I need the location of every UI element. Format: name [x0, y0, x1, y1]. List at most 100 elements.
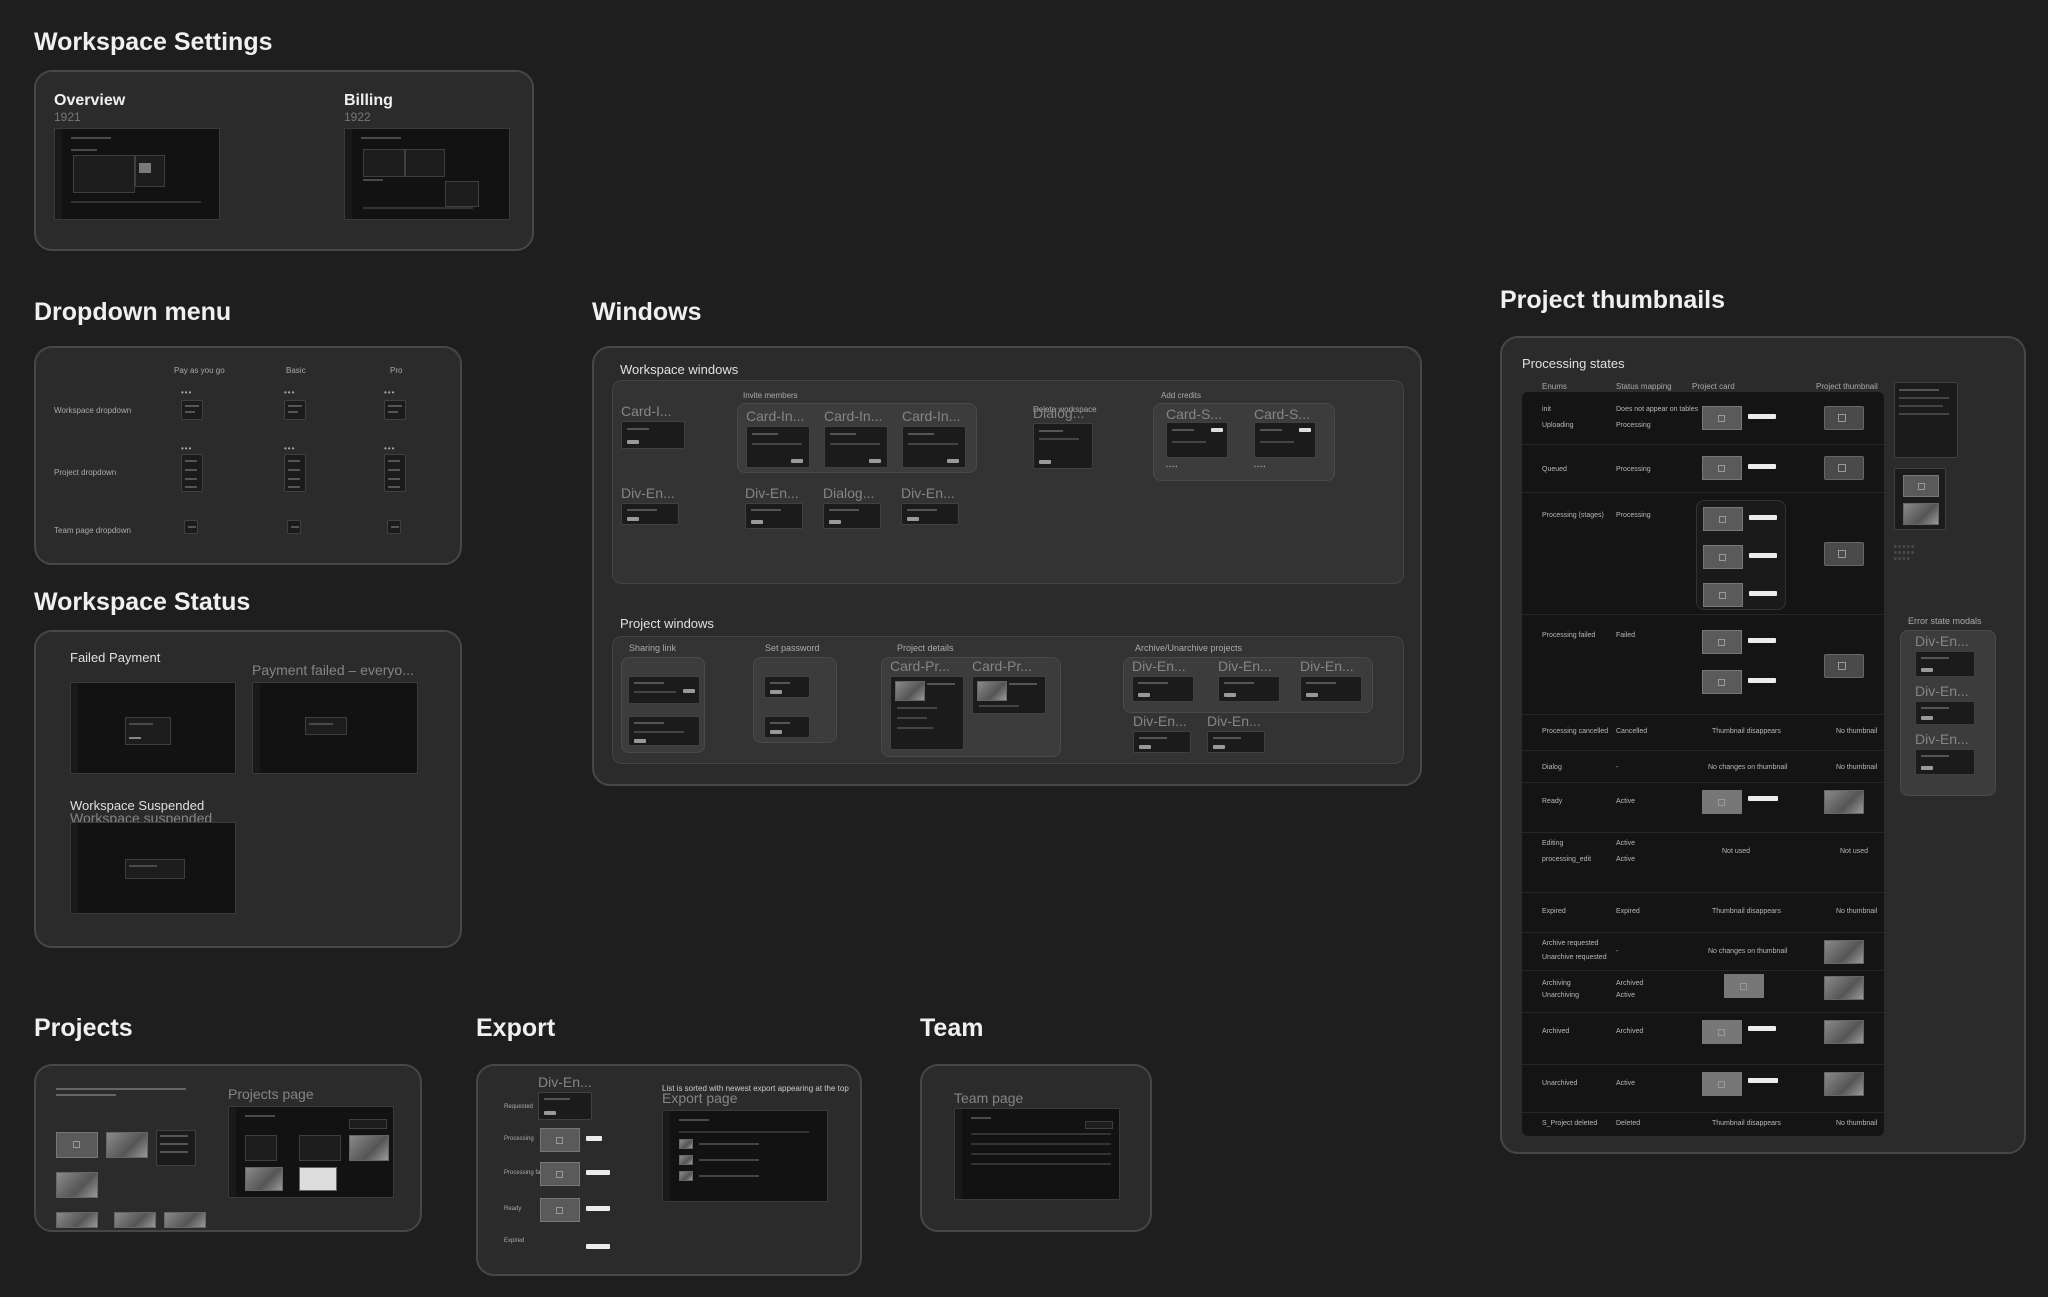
card-queued[interactable]	[1702, 456, 1742, 480]
card-unarchived[interactable]	[1702, 1072, 1742, 1096]
thumb-archived[interactable]	[1824, 1020, 1864, 1044]
window-sharing-link-2[interactable]	[628, 716, 700, 746]
error-modal-2[interactable]	[1915, 701, 1975, 725]
row-status-archived: Archived	[1616, 1028, 1644, 1035]
row-enum-dialog: Dialog	[1542, 764, 1562, 771]
row-status-failed: Failed	[1616, 632, 1636, 639]
card-uploading[interactable]	[1702, 406, 1742, 430]
thumb-queued[interactable]	[1824, 456, 1864, 480]
window-set-password-1[interactable]	[764, 676, 810, 698]
window-project-details-2[interactable]	[972, 676, 1046, 714]
window-delete-workspace[interactable]	[1033, 423, 1093, 469]
error-modal-3[interactable]	[1915, 749, 1975, 775]
export-card-failed[interactable]	[540, 1162, 580, 1186]
archive-projects-group: Div-En... Div-En... Div-En...	[1123, 657, 1373, 713]
card-archived[interactable]	[1702, 1020, 1742, 1044]
dropdown-team-payg[interactable]	[184, 520, 198, 534]
dropdown-team-basic[interactable]	[287, 520, 301, 534]
window-project-details-1[interactable]	[890, 676, 964, 750]
dropdown-project-basic[interactable]	[284, 454, 306, 492]
window-edit-workspace[interactable]	[621, 421, 685, 449]
invite-members-label: Invite members	[743, 391, 798, 400]
dropdown-workspace-pro[interactable]	[384, 400, 406, 420]
sharing-link-label: Sharing link	[629, 643, 677, 653]
card-archiving[interactable]	[1724, 974, 1764, 998]
window-add-credits-1[interactable]	[1166, 422, 1228, 458]
window-div-en-1[interactable]	[621, 503, 679, 525]
dropdown-project-payg[interactable]	[181, 454, 203, 492]
card-archived-bar	[1748, 1026, 1776, 1031]
window-archive-2[interactable]	[1218, 676, 1280, 702]
overview-label: Overview	[54, 92, 126, 109]
ghost-card-in-1: Card-In...	[746, 408, 805, 424]
window-unarchive-1[interactable]	[1133, 731, 1191, 753]
row-status-editing: Active	[1616, 840, 1636, 847]
row-enum-archived: Archived	[1542, 1028, 1570, 1035]
export-card-processing[interactable]	[540, 1128, 580, 1152]
team-page-frame[interactable]	[954, 1108, 1120, 1200]
project-details-group: Card-Pr... Card-Pr...	[881, 657, 1061, 757]
window-unarchive-2[interactable]	[1207, 731, 1265, 753]
export-bar-processing	[586, 1136, 602, 1141]
section-title-workspace-status: Workspace Status	[34, 588, 251, 616]
projects-panel: Projects page	[34, 1064, 422, 1232]
window-invite-members-3[interactable]	[902, 426, 966, 468]
export-bar-failed	[586, 1170, 610, 1175]
set-password-group	[753, 657, 837, 743]
section-title-project-thumbnails: Project thumbnails	[1500, 286, 1726, 314]
window-archive-1[interactable]	[1132, 676, 1194, 702]
card-ready[interactable]	[1702, 790, 1742, 814]
card-failed-2[interactable]	[1702, 670, 1742, 694]
error-modal-1[interactable]	[1915, 651, 1975, 677]
window-invite-members-2[interactable]	[824, 426, 888, 468]
dropdown-workspace-payg[interactable]	[181, 400, 203, 420]
window-set-password-2[interactable]	[764, 716, 810, 738]
ghost-card-s-2: Card-S...	[1254, 406, 1311, 422]
row-enum-queued: Queued	[1542, 466, 1567, 473]
thumb-archiving[interactable]	[1824, 976, 1864, 1000]
error-state-modals-group: Div-En... Div-En... Div-En...	[1900, 630, 1996, 796]
thumb-archive-requested[interactable]	[1824, 940, 1864, 964]
failed-payment-frame-2[interactable]	[252, 682, 418, 774]
thumb-processing[interactable]	[1824, 542, 1864, 566]
window-div-en-3[interactable]	[901, 503, 959, 525]
export-dialog[interactable]	[538, 1092, 592, 1120]
thumb-unarchived[interactable]	[1824, 1072, 1864, 1096]
row-enum-cancelled: Processing cancelled	[1542, 728, 1609, 735]
dropdown-project-pro[interactable]	[384, 454, 406, 492]
window-add-credits-2[interactable]	[1254, 422, 1316, 458]
window-invite-members-1[interactable]	[746, 426, 810, 468]
row-enum-uploading: Uploading	[1542, 422, 1574, 429]
project-windows-label: Project windows	[620, 616, 714, 631]
thumb-ready[interactable]	[1824, 790, 1864, 814]
section-title-windows: Windows	[592, 298, 702, 326]
window-dialog[interactable]	[823, 503, 881, 529]
th-project-thumbnail: Project thumbnail	[1816, 382, 1878, 391]
row-status-deleted: Deleted	[1616, 1120, 1641, 1127]
workspace-suspended-frame[interactable]	[70, 822, 236, 914]
dropdown-team-pro[interactable]	[387, 520, 401, 534]
card-failed-1[interactable]	[1702, 630, 1742, 654]
row-enum-unarchive-requested: Unarchive requested	[1542, 954, 1607, 961]
export-bar-ready	[586, 1206, 610, 1211]
overview-frame-thumbnail[interactable]	[54, 128, 220, 220]
ghost-div-en-7: Div-En...	[1133, 713, 1187, 729]
window-sharing-link-1[interactable]	[628, 676, 700, 704]
row-enum-unarchived: Unarchived	[1542, 1080, 1578, 1087]
team-page-label: Team page	[954, 1090, 1024, 1106]
row-status-init: Does not appear on tables	[1616, 406, 1699, 413]
window-div-en-2[interactable]	[745, 503, 803, 529]
dropdown-workspace-basic[interactable]	[284, 400, 306, 420]
export-page-frame[interactable]	[662, 1110, 828, 1202]
export-card-ready[interactable]	[540, 1198, 580, 1222]
failed-payment-frame-1[interactable]	[70, 682, 236, 774]
billing-frame-thumbnail[interactable]	[344, 128, 510, 220]
export-ghost-label: Div-En...	[538, 1074, 592, 1090]
row-status-cancelled: Cancelled	[1616, 728, 1648, 735]
window-archive-3[interactable]	[1300, 676, 1362, 702]
row-status-queued: Processing	[1616, 466, 1651, 473]
ghost-error-3: Div-En...	[1915, 731, 1969, 747]
projects-page-frame[interactable]	[228, 1106, 394, 1198]
thumb-failed[interactable]	[1824, 654, 1864, 678]
thumb-uploading[interactable]	[1824, 406, 1864, 430]
